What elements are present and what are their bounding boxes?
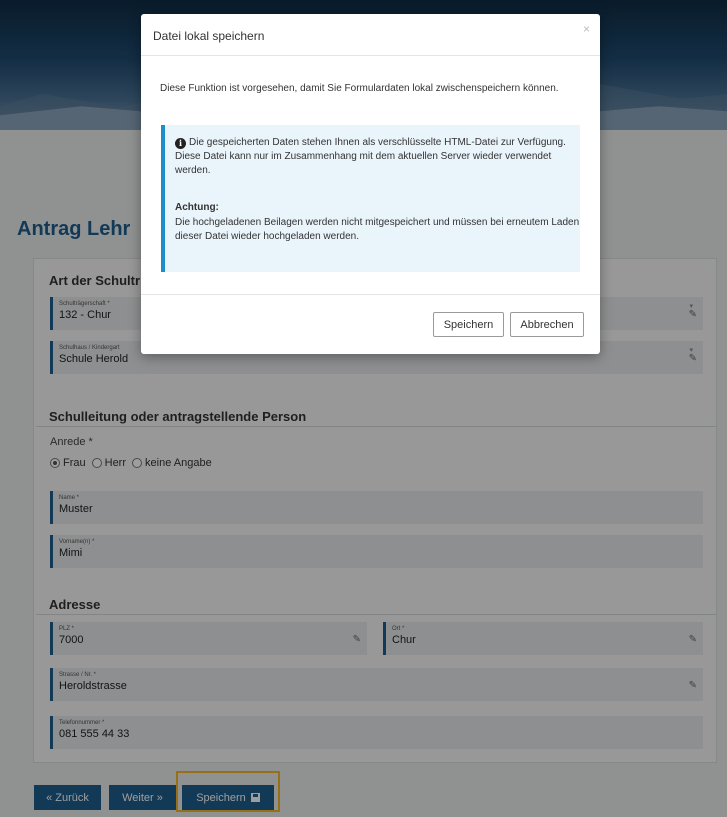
modal-header: Datei lokal speichern × <box>141 14 600 56</box>
modal-footer <box>141 294 600 295</box>
warning-title: Achtung: <box>175 202 219 213</box>
info-circle-icon: i <box>175 138 186 149</box>
modal-cancel-button[interactable]: Abbrechen <box>510 312 584 337</box>
close-icon[interactable]: × <box>583 22 590 36</box>
modal-save-button[interactable]: Speichern <box>433 312 504 337</box>
info-box: i Die gespeicherten Daten stehen Ihnen al… <box>161 125 580 272</box>
save-dialog: Datei lokal speichern × Diese Funktion i… <box>141 14 600 354</box>
warning-text: Die hochgeladenen Beilagen werden nicht … <box>175 217 580 242</box>
info-text-block: i Die gespeicherten Daten stehen Ihnen al… <box>175 136 580 178</box>
modal-intro-text: Diese Funktion ist vorgesehen, damit Sie… <box>160 83 559 94</box>
modal-title: Datei lokal speichern <box>153 29 265 43</box>
info-text: Die gespeicherten Daten stehen Ihnen als… <box>175 137 566 176</box>
